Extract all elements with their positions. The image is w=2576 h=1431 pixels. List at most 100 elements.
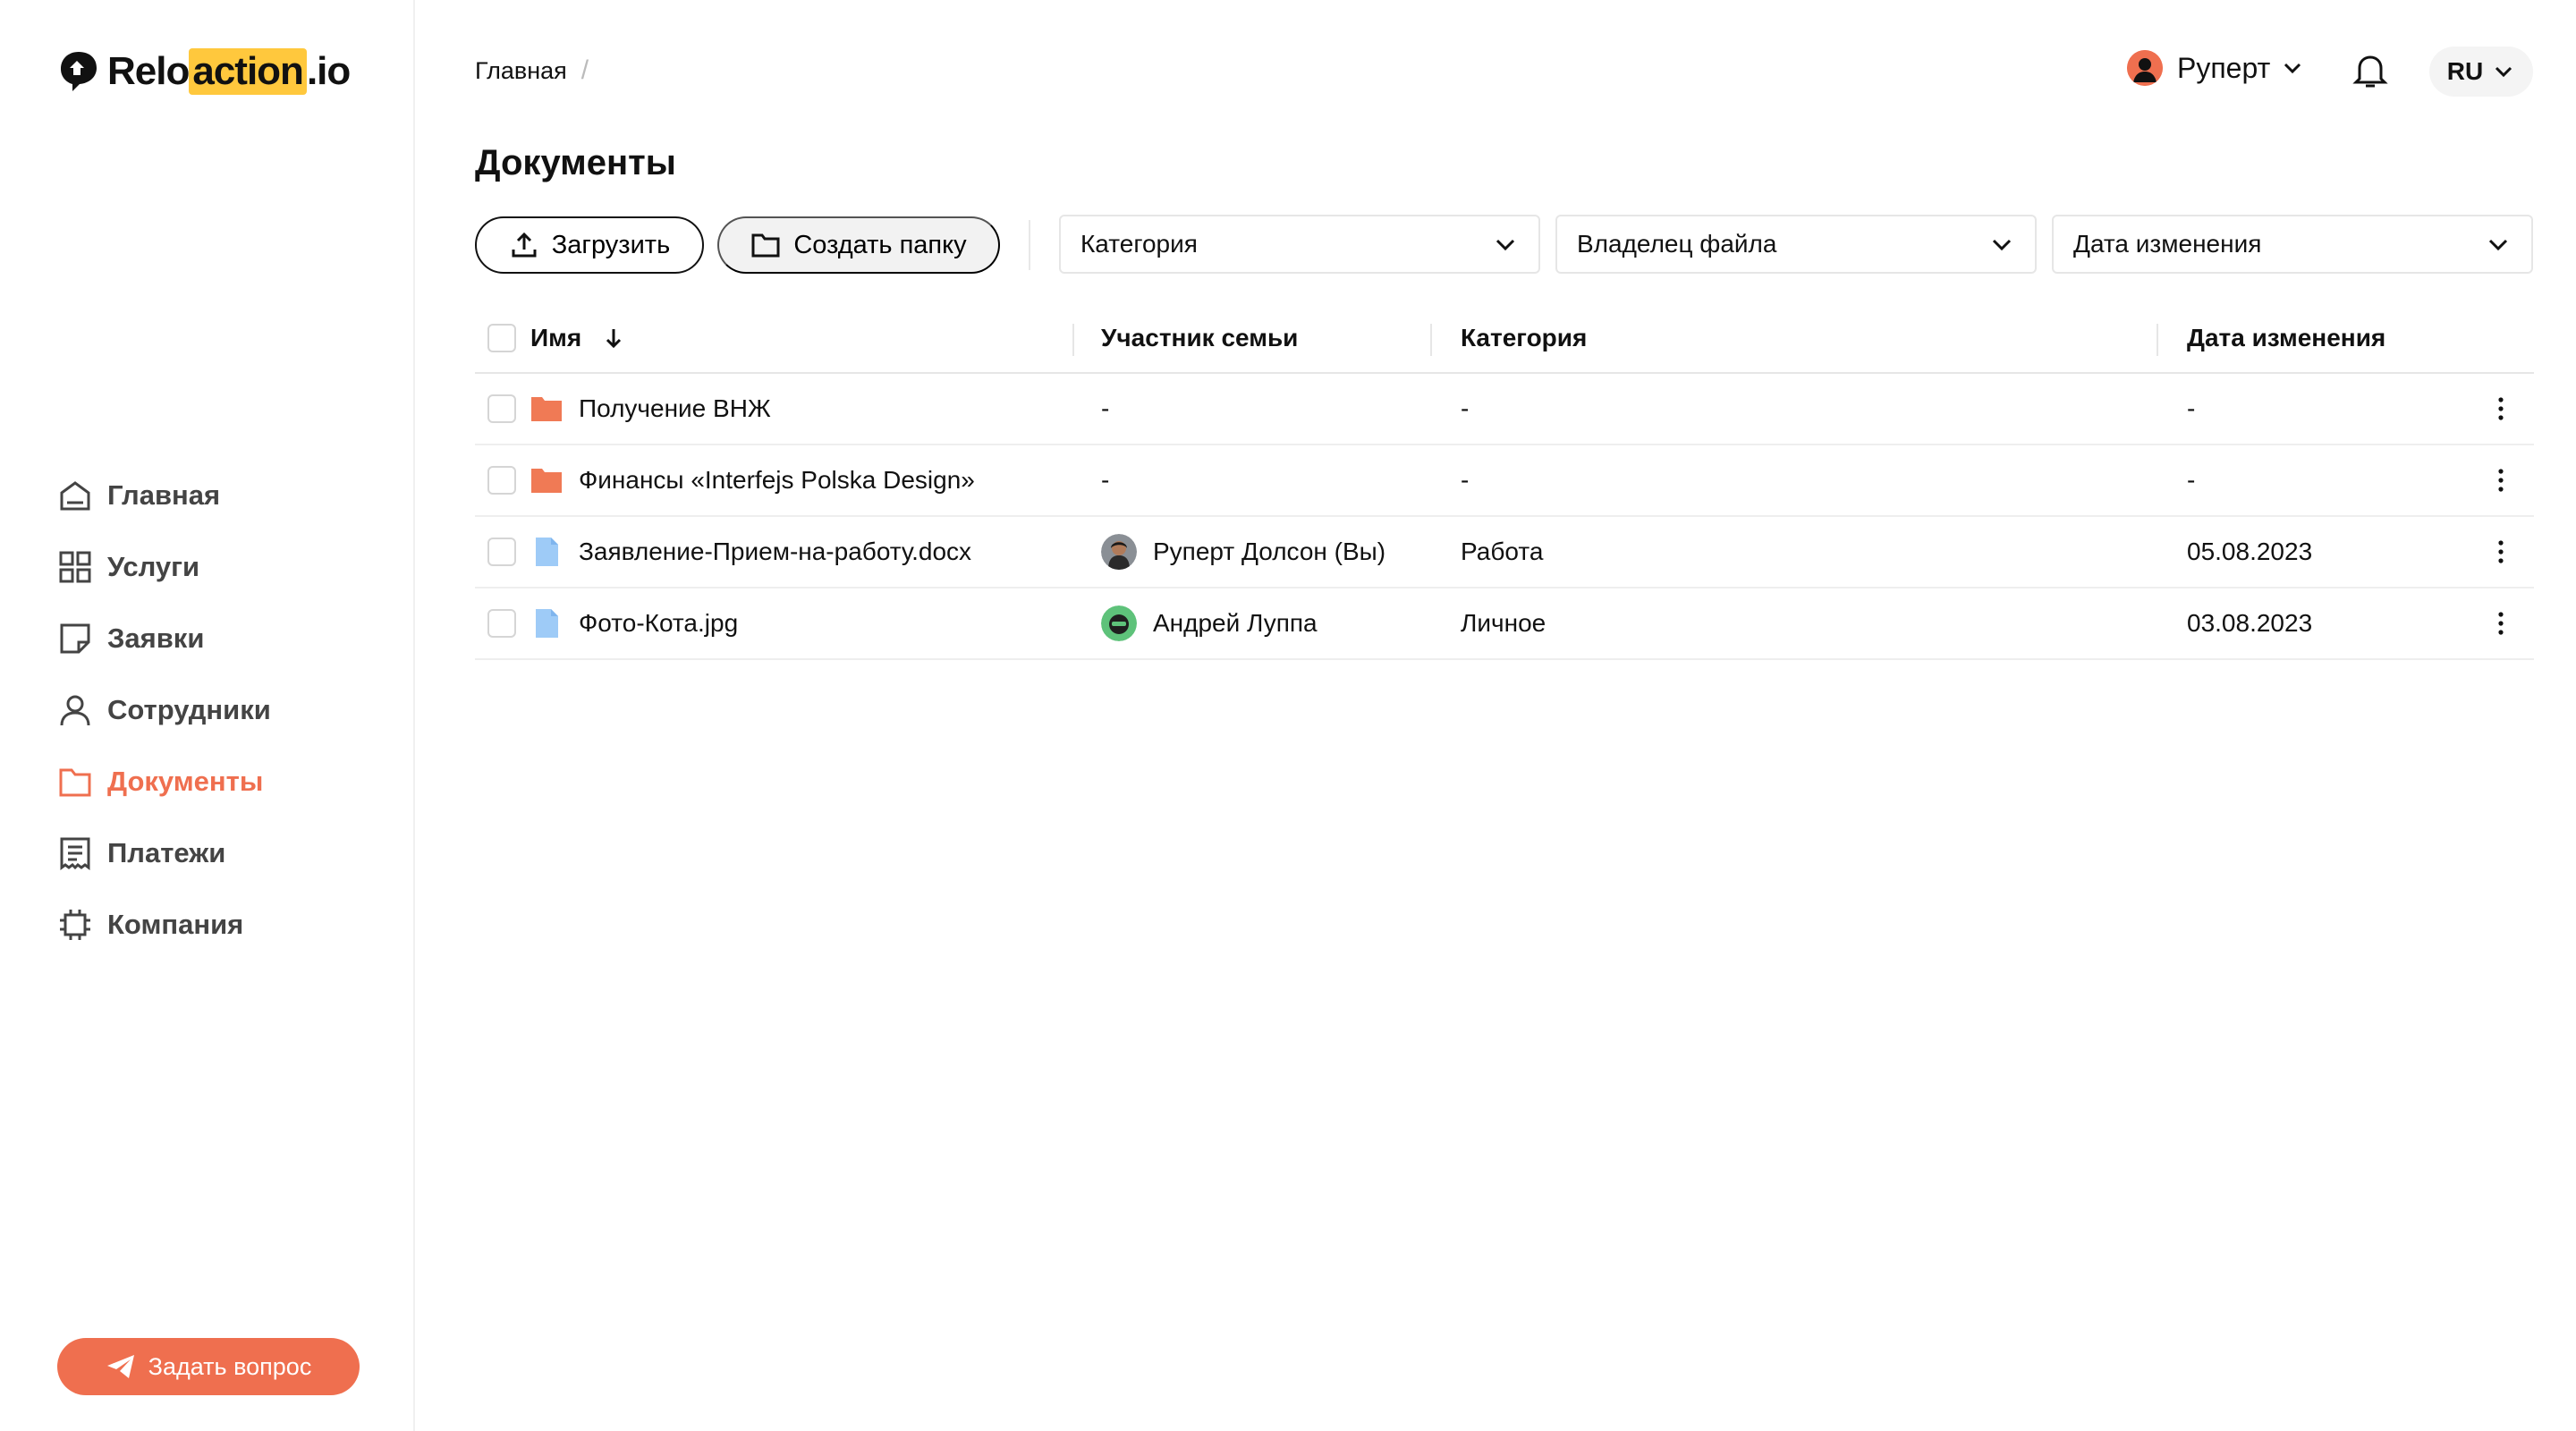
send-icon <box>106 1355 134 1378</box>
sidebar-item-home[interactable]: Главная <box>57 460 271 531</box>
breadcrumb-item-home[interactable]: Главная <box>475 57 567 85</box>
file-name[interactable]: Финансы «Interfejs Polska Design» <box>579 466 975 495</box>
note-icon <box>60 623 90 654</box>
date-filter[interactable]: Дата изменения <box>2052 215 2533 274</box>
sidebar-item-documents[interactable]: Документы <box>57 746 271 817</box>
logo[interactable]: Relo action .io <box>57 48 351 95</box>
column-header-category: Категория <box>1461 304 1587 372</box>
chevron-down-icon <box>2496 66 2512 78</box>
category-filter[interactable]: Категория <box>1059 215 1540 274</box>
page-title: Документы <box>475 143 676 182</box>
column-header-name[interactable]: Имя <box>530 304 626 372</box>
document-icon <box>536 538 558 566</box>
member-value: - <box>1101 394 1110 422</box>
filter-label: Категория <box>1080 230 1198 258</box>
name-cell: Получение ВНЖ <box>530 374 771 444</box>
category-cell: Работа <box>1461 517 1543 587</box>
row-checkbox[interactable] <box>487 538 516 566</box>
table-row[interactable]: Финансы «Interfejs Polska Design» - - - <box>475 445 2534 517</box>
sidebar-item-services[interactable]: Услуги <box>57 531 271 603</box>
ask-question-button[interactable]: Задать вопрос <box>57 1338 360 1395</box>
logo-text-domain: .io <box>306 49 351 93</box>
row-check-cell <box>487 374 516 444</box>
more-vertical-icon <box>2498 397 2504 420</box>
sidebar-item-requests[interactable]: Заявки <box>57 603 271 674</box>
date-value: - <box>2187 394 2196 422</box>
upload-label: Загрузить <box>551 230 671 259</box>
home-icon <box>60 481 90 511</box>
column-divider <box>2157 324 2158 356</box>
filter-label: Владелец файла <box>1577 230 1777 258</box>
more-button[interactable] <box>2487 588 2514 658</box>
upload-button[interactable]: Загрузить <box>475 216 704 274</box>
row-checkbox[interactable] <box>487 466 516 495</box>
logo-text-part: Relo <box>107 49 190 93</box>
sidebar-item-payments[interactable]: Платежи <box>57 817 271 889</box>
logo-text: Relo action .io <box>107 48 351 95</box>
member-value: - <box>1101 466 1110 494</box>
chevron-down-icon <box>1992 239 2012 251</box>
folder-icon <box>531 469 562 493</box>
owner-filter[interactable]: Владелец файла <box>1555 215 2037 274</box>
table-row[interactable]: Получение ВНЖ - - - <box>475 374 2534 445</box>
category-value: Работа <box>1461 538 1544 565</box>
sidebar-item-label: Документы <box>107 766 264 797</box>
file-name[interactable]: Получение ВНЖ <box>579 394 771 423</box>
category-cell: Личное <box>1461 588 1546 658</box>
column-header-label: Участник семьи <box>1101 324 1299 351</box>
table-header: Имя Участник семьи Категория Дата измене… <box>475 304 2534 374</box>
row-checkbox[interactable] <box>487 394 516 423</box>
column-header-date: Дата изменения <box>2187 304 2385 372</box>
arrow-down-icon[interactable] <box>601 326 626 351</box>
column-divider <box>1072 324 1074 356</box>
category-value: Личное <box>1461 609 1546 637</box>
sidebar-item-employees[interactable]: Сотрудники <box>57 674 271 746</box>
row-check-cell <box>487 445 516 515</box>
toolbar-divider <box>1029 220 1030 270</box>
member-cell: - <box>1101 374 1109 444</box>
column-header-label: Имя <box>530 324 582 351</box>
avatar <box>1101 534 1137 570</box>
receipt-icon <box>60 837 90 870</box>
more-button[interactable] <box>2487 374 2514 444</box>
column-header-member: Участник семьи <box>1101 304 1298 372</box>
sidebar-item-label: Сотрудники <box>107 694 271 725</box>
sidebar-item-company[interactable]: Компания <box>57 889 271 961</box>
create-folder-button[interactable]: Создать папку <box>717 216 1000 274</box>
filter-label: Дата изменения <box>2073 230 2262 258</box>
column-header-label: Дата изменения <box>2187 324 2386 351</box>
date-value: 05.08.2023 <box>2187 538 2313 565</box>
member-cell: - <box>1101 445 1109 515</box>
name-cell: Фото-Кота.jpg <box>530 588 738 658</box>
date-cell: 05.08.2023 <box>2187 517 2312 587</box>
sidebar-item-label: Компания <box>107 909 244 940</box>
file-name[interactable]: Заявление-Прием-на-работу.docx <box>579 538 971 566</box>
sidebar-nav: Главная Услуги Заявки Сотрудники Докумен… <box>57 460 271 961</box>
member-value: Руперт Долсон (Вы) <box>1153 538 1386 565</box>
member-cell: Андрей Луппа <box>1101 588 1318 658</box>
language-selector[interactable]: RU <box>2429 47 2533 97</box>
select-all-cell <box>487 304 516 372</box>
more-button[interactable] <box>2487 445 2514 515</box>
folder-icon <box>531 397 562 421</box>
upload-icon <box>512 232 537 258</box>
sidebar-item-label: Заявки <box>107 622 205 654</box>
user-icon <box>60 695 90 726</box>
bell-icon[interactable] <box>2352 52 2388 89</box>
user-menu[interactable]: Руперт <box>2127 50 2304 86</box>
date-value: 03.08.2023 <box>2187 609 2313 637</box>
table-row[interactable]: Фото-Кота.jpg Андрей Луппа Личное 03.08.… <box>475 588 2534 660</box>
file-name[interactable]: Фото-Кота.jpg <box>579 609 738 638</box>
date-cell: - <box>2187 445 2195 515</box>
more-button[interactable] <box>2487 517 2514 587</box>
select-all-checkbox[interactable] <box>487 324 516 352</box>
sidebar-item-label: Услуги <box>107 551 200 582</box>
sidebar: Relo action .io Главная Услуги Заявки Сотр… <box>0 0 415 1431</box>
language-label: RU <box>2446 57 2484 85</box>
column-divider <box>1430 324 1432 356</box>
document-icon <box>536 609 558 638</box>
row-checkbox[interactable] <box>487 609 516 638</box>
chip-icon <box>60 910 90 940</box>
table-row[interactable]: Заявление-Прием-на-работу.docx Руперт До… <box>475 517 2534 588</box>
logo-mark-icon <box>61 52 97 91</box>
